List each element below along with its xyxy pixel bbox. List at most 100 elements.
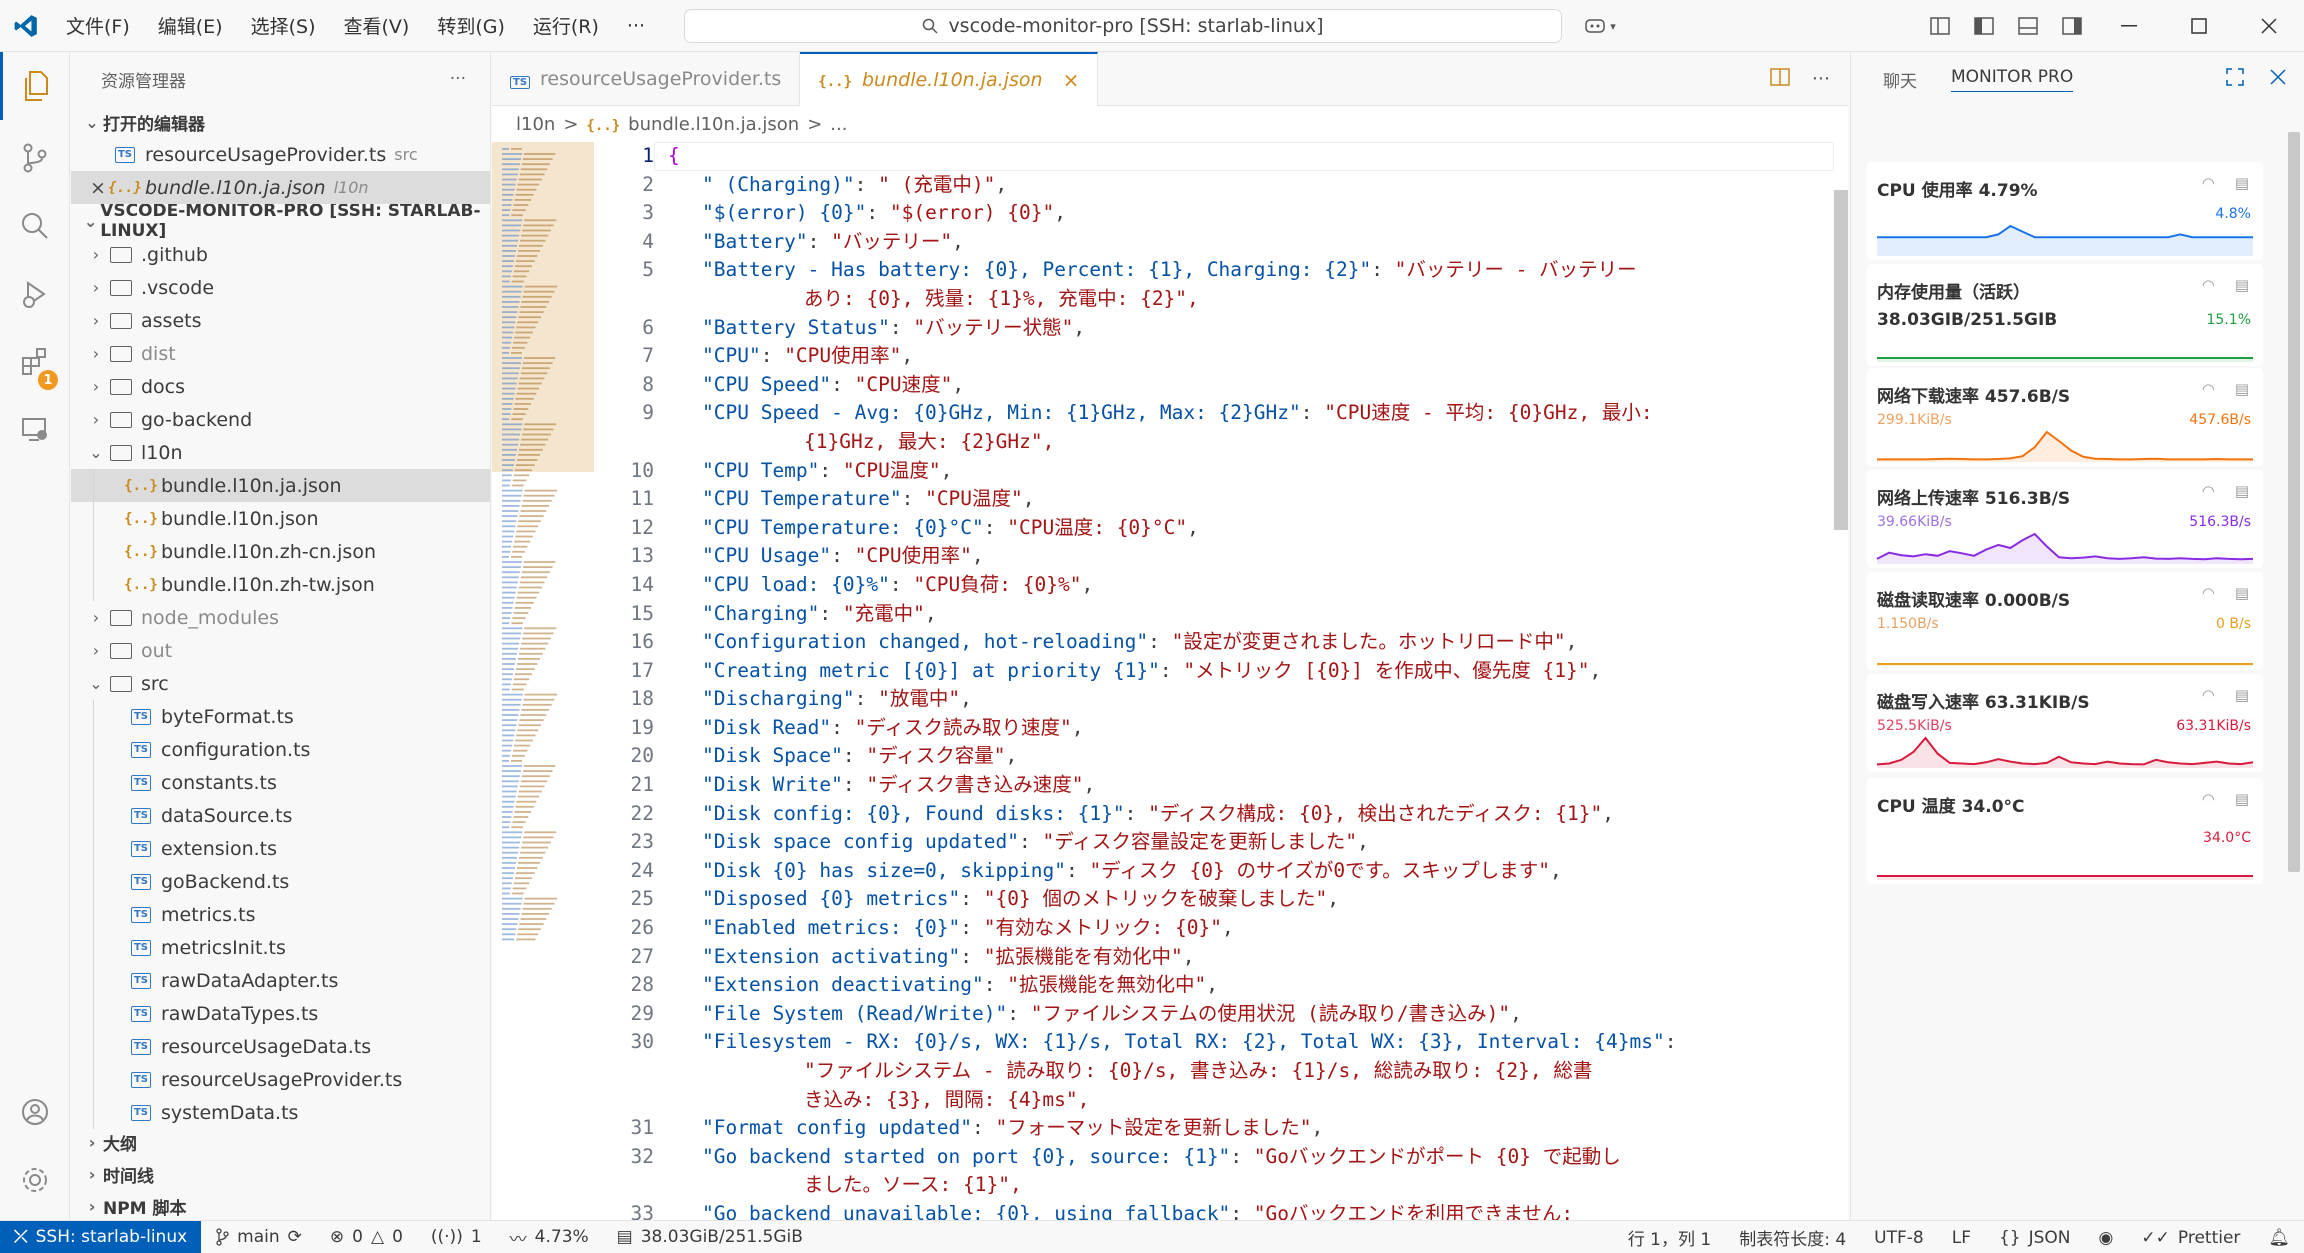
monitor-card[interactable]: 网络下载速率 457.6B/S ◠ ▤ 299.1KiB/s 457.6B/s: [1867, 368, 2263, 466]
gear-icon[interactable]: [0, 1146, 70, 1214]
tree-file[interactable]: {..} bundle.l10n.zh-cn.json: [71, 535, 490, 568]
tree-file[interactable]: TS dataSource.ts: [71, 799, 490, 832]
menu-icon[interactable]: ▤: [2235, 584, 2249, 602]
tree-folder[interactable]: › node_modules: [71, 601, 490, 634]
tree-file[interactable]: TS metrics.ts: [71, 898, 490, 931]
copilot-icon[interactable]: ▾: [1580, 12, 1620, 40]
toggle-panel-icon[interactable]: [2006, 0, 2050, 52]
tree-file[interactable]: TS byteFormat.ts: [71, 700, 490, 733]
close-window-icon[interactable]: [2234, 0, 2304, 52]
tree-file[interactable]: TS extension.ts: [71, 832, 490, 865]
prettier-status[interactable]: ✓✓ Prettier: [2127, 1228, 2254, 1248]
branch-indicator[interactable]: main ⟳: [201, 1227, 316, 1247]
timeline-section[interactable]: › 时间线: [71, 1158, 490, 1190]
menu-icon[interactable]: ▤: [2235, 790, 2249, 808]
tree-file[interactable]: {..} bundle.l10n.json: [71, 502, 490, 535]
monitor-card[interactable]: 磁盘写入速率 63.31KIB/S ◠ ▤ 525.5KiB/s 63.31KiB/s: [1867, 674, 2263, 772]
outline-section[interactable]: › 大纲: [71, 1126, 490, 1158]
tree-folder[interactable]: › docs: [71, 370, 490, 403]
end-of-line[interactable]: LF: [1938, 1228, 1985, 1248]
npm-scripts-section[interactable]: › NPM 脚本: [71, 1190, 490, 1220]
tab-bundle-ja-json[interactable]: {..} bundle.l10n.ja.json ×: [800, 52, 1099, 106]
menu-view[interactable]: 查看(V): [330, 12, 424, 39]
maximize-panel-icon[interactable]: [2226, 67, 2244, 91]
cpu-status[interactable]: 〰 4.73%: [496, 1225, 603, 1250]
tab-chat[interactable]: 聊天: [1883, 67, 1917, 92]
editor-scrollbar-thumb[interactable]: [1834, 190, 1848, 530]
tree-folder[interactable]: › .github: [71, 238, 490, 271]
encoding[interactable]: UTF-8: [1860, 1228, 1938, 1248]
monitor-card[interactable]: 磁盘读取速率 0.000B/S ◠ ▤ 1.150B/s 0 B/s: [1867, 572, 2263, 670]
tree-file[interactable]: TS rawDataAdapter.ts: [71, 964, 490, 997]
menu-file[interactable]: 文件(F): [52, 12, 144, 39]
editor-scrollbar[interactable]: [1834, 142, 1848, 1220]
panel-scrollbar[interactable]: [2288, 132, 2300, 872]
tree-folder[interactable]: ⌄ l10n: [71, 436, 490, 469]
tree-file[interactable]: TS rawDataTypes.ts: [71, 997, 490, 1030]
breadcrumb-symbol[interactable]: ...: [830, 114, 847, 135]
remote-indicator[interactable]: ⤫ SSH: starlab-linux: [0, 1220, 202, 1253]
customize-layout-icon[interactable]: [1918, 0, 1962, 52]
tree-folder[interactable]: › dist: [71, 337, 490, 370]
menu-icon[interactable]: ▤: [2235, 174, 2249, 192]
loading-icon[interactable]: ◠: [2202, 584, 2215, 602]
menu-edit[interactable]: 编辑(E): [144, 12, 237, 39]
workspace-section[interactable]: ⌄ VSCODE-MONITOR-PRO [SSH: STARLAB-LINUX…: [71, 201, 490, 241]
code-editor[interactable]: 1{2 " (Charging)": " (充電中)", 3 "$(error) {0…: [594, 142, 1834, 1220]
tab-resource-usage-provider[interactable]: TS resourceUsageProvider.ts: [492, 52, 801, 106]
monitor-card[interactable]: 内存使用量（活跃） 38.03GIB/251.5GIB ◠ ▤ 15.1%: [1867, 264, 2263, 366]
close-icon[interactable]: ×: [1063, 68, 1080, 92]
loading-icon[interactable]: ◠: [2202, 790, 2215, 808]
menu-icon[interactable]: ▤: [2235, 276, 2249, 294]
menu-icon[interactable]: ▤: [2235, 686, 2249, 704]
tree-folder[interactable]: › go-backend: [71, 403, 490, 436]
minimap[interactable]: [492, 142, 594, 1220]
toggle-primary-sidebar-icon[interactable]: [1962, 0, 2006, 52]
editor-more-button[interactable]: ···: [1812, 68, 1830, 90]
memory-status[interactable]: ▤ 38.03GiB/251.5GiB: [603, 1227, 817, 1247]
close-icon[interactable]: ×: [85, 177, 111, 199]
tree-file[interactable]: TS goBackend.ts: [71, 865, 490, 898]
toggle-secondary-sidebar-icon[interactable]: [2050, 0, 2094, 52]
menu-selection[interactable]: 选择(S): [237, 12, 330, 39]
cursor-position[interactable]: 行 1，列 1: [1614, 1225, 1725, 1250]
tree-file[interactable]: TS constants.ts: [71, 766, 490, 799]
open-editors-section[interactable]: ⌄ 打开的编辑器: [71, 106, 490, 138]
source-control-icon[interactable]: [0, 124, 70, 192]
menu-go[interactable]: 转到(G): [423, 12, 519, 39]
open-editor-item-active[interactable]: × {..} bundle.l10n.ja.json l10n: [71, 171, 490, 204]
tree-file[interactable]: TS resourceUsageProvider.ts: [71, 1063, 490, 1096]
tree-file[interactable]: TS configuration.ts: [71, 733, 490, 766]
close-panel-icon[interactable]: [2270, 68, 2286, 90]
explorer-more-button[interactable]: ···: [450, 69, 466, 89]
sync-icon[interactable]: ⟳: [288, 1227, 302, 1247]
tree-folder[interactable]: › out: [71, 634, 490, 667]
loading-icon[interactable]: ◠: [2202, 174, 2215, 192]
split-editor-icon[interactable]: [1770, 67, 1790, 91]
tree-file[interactable]: TS systemData.ts: [71, 1096, 490, 1129]
accounts-icon[interactable]: [0, 1078, 70, 1146]
menu-run[interactable]: 运行(R): [519, 12, 613, 39]
ports-indicator[interactable]: ((·)) 1: [417, 1227, 496, 1247]
tree-folder[interactable]: ⌄ src: [71, 667, 490, 700]
minimize-icon[interactable]: [2094, 0, 2164, 52]
loading-icon[interactable]: ◠: [2202, 276, 2215, 294]
search-view-icon[interactable]: [0, 192, 70, 260]
copilot-status-icon[interactable]: ◉: [2085, 1228, 2128, 1248]
monitor-card[interactable]: CPU 温度 34.0°C ◠ ▤ 34.0°C: [1867, 778, 2263, 884]
maximize-icon[interactable]: [2164, 0, 2234, 52]
breadcrumb-folder[interactable]: l10n: [516, 114, 555, 135]
open-editor-item[interactable]: TS resourceUsageProvider.ts src: [71, 138, 490, 171]
loading-icon[interactable]: ◠: [2202, 482, 2215, 500]
language-mode[interactable]: {} JSON: [1985, 1228, 2085, 1248]
tree-file[interactable]: {..} bundle.l10n.ja.json: [71, 469, 490, 502]
extensions-icon[interactable]: 1: [0, 328, 70, 396]
monitor-card[interactable]: CPU 使用率 4.79% ◠ ▤ 4.8%: [1867, 162, 2263, 260]
run-debug-icon[interactable]: [0, 260, 70, 328]
command-center-search[interactable]: vscode-monitor-pro [SSH: starlab-linux]: [684, 9, 1562, 43]
tree-file[interactable]: TS resourceUsageData.ts: [71, 1030, 490, 1063]
problems-indicator[interactable]: ⊗ 0 △ 0: [316, 1227, 417, 1247]
tree-file[interactable]: {..} bundle.l10n.zh-tw.json: [71, 568, 490, 601]
tree-file[interactable]: TS metricsInit.ts: [71, 931, 490, 964]
monitor-card[interactable]: 网络上传速率 516.3B/S ◠ ▤ 39.66KiB/s 516.3B/s: [1867, 470, 2263, 568]
